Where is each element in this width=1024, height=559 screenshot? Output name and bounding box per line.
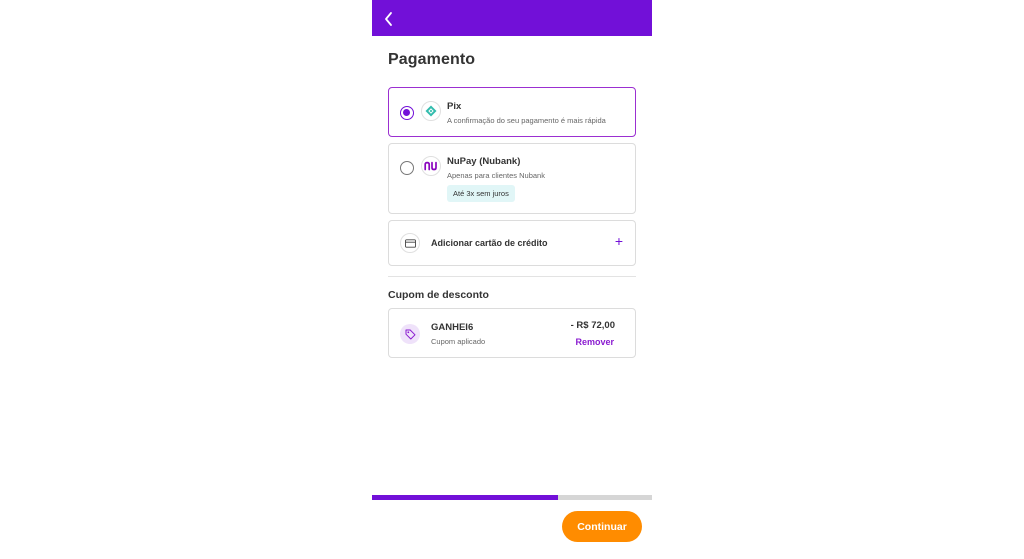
credit-card-icon-wrap: [400, 233, 420, 253]
tag-icon: [405, 329, 415, 339]
credit-card-icon: [404, 238, 416, 248]
payment-option-nupay[interactable]: NuPay (Nubank) Apenas para clientes Nuba…: [388, 143, 636, 214]
chevron-left-icon: [385, 12, 392, 26]
progress-fill: [372, 495, 559, 500]
coupon-section-title: Cupom de desconto: [388, 289, 489, 301]
coupon-discount-amount: - R$ 72,00: [570, 320, 615, 331]
checkout-screen: Pagamento Pix A confirmação do seu pagam…: [372, 0, 652, 559]
pix-icon: [425, 105, 437, 117]
coupon-status: Cupom aplicado: [431, 337, 486, 346]
coupon-code: GANHEI6: [431, 322, 474, 333]
pix-subtitle: A confirmação do seu pagamento é mais rá…: [447, 116, 606, 125]
remove-coupon-link[interactable]: Remover: [575, 337, 614, 347]
nubank-logo: [421, 156, 441, 176]
add-credit-card-button[interactable]: Adicionar cartão de crédito +: [388, 220, 636, 266]
back-button[interactable]: [380, 10, 398, 28]
top-bar: [372, 0, 652, 36]
add-card-label: Adicionar cartão de crédito: [431, 238, 548, 248]
nubank-logo-icon: [424, 161, 437, 171]
coupon-card: GANHEI6 Cupom aplicado - R$ 72,00 Remove…: [388, 308, 636, 358]
progress-bar: [372, 495, 652, 500]
divider: [388, 276, 636, 277]
plus-icon: +: [614, 233, 623, 249]
nupay-radio[interactable]: [400, 161, 414, 175]
installments-badge: Até 3x sem juros: [447, 185, 515, 202]
continue-button[interactable]: Continuar: [562, 511, 642, 542]
nupay-subtitle: Apenas para clientes Nubank: [447, 171, 545, 180]
nupay-title: NuPay (Nubank): [447, 156, 521, 167]
pix-logo: [421, 101, 441, 121]
page-title: Pagamento: [388, 51, 476, 68]
pix-radio[interactable]: [400, 106, 414, 120]
payment-option-pix[interactable]: Pix A confirmação do seu pagamento é mai…: [388, 87, 636, 137]
tag-icon-wrap: [400, 324, 420, 344]
pix-title: Pix: [447, 101, 462, 112]
